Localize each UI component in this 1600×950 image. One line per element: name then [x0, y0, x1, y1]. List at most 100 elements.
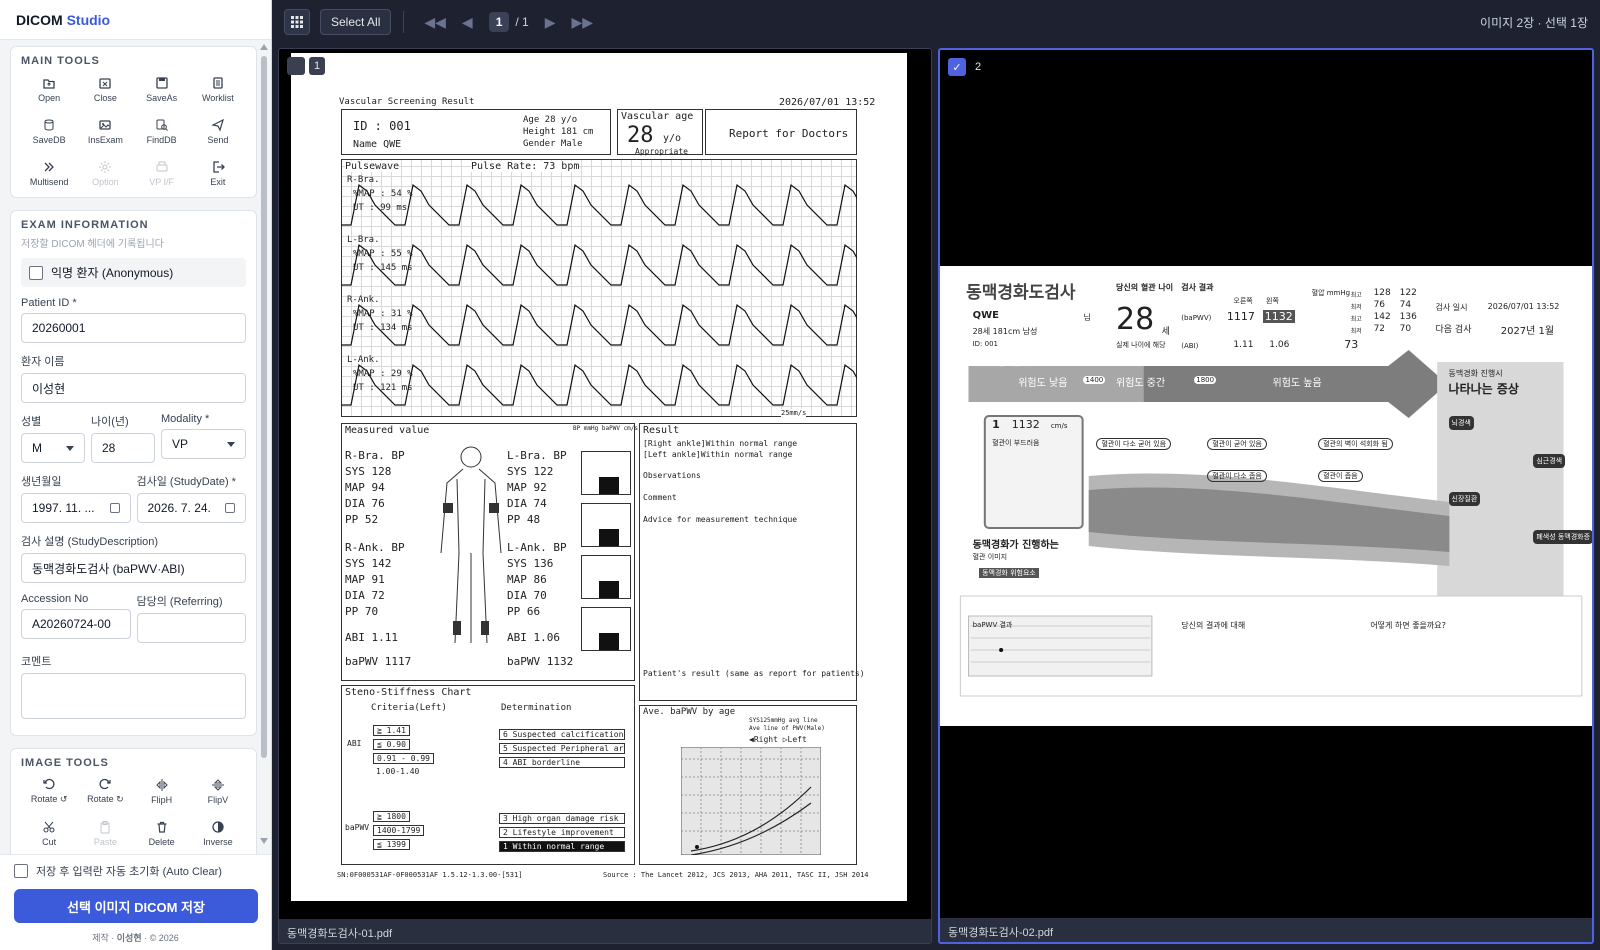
tool-worklist-button[interactable]: Worklist	[190, 71, 246, 107]
bp-unit: BP mmHg baPWV cm/s	[573, 425, 639, 432]
tool-multisend-button[interactable]: Multisend	[21, 155, 77, 191]
vp-if-icon	[156, 161, 168, 171]
scrollbar-thumb[interactable]	[261, 56, 267, 758]
accession-input[interactable]: A20260724-00	[21, 609, 131, 639]
app-title-accent: Studio	[66, 12, 111, 28]
open-icon	[43, 78, 55, 89]
credit-suffix: · © 2026	[141, 933, 179, 943]
tool-saveas-button[interactable]: SaveAs	[134, 71, 190, 107]
last-page-icon[interactable]: ▶▶	[572, 14, 594, 31]
auto-clear-checkbox[interactable]	[14, 864, 28, 878]
report-2-your-result: 당신의 결과에 대해	[1181, 621, 1246, 630]
image-select-checkbox[interactable]	[287, 57, 305, 75]
tool-exit-button[interactable]: Exit	[190, 155, 246, 191]
tool-option-button: Option	[77, 155, 133, 191]
study-date-input[interactable]: 2026. 7. 24.	[136, 493, 246, 523]
patient-id-input[interactable]: 20260001	[21, 313, 246, 343]
rotate-cw-icon	[99, 778, 112, 790]
image-tool-cut-button[interactable]: Cut	[21, 815, 77, 851]
anonymous-checkbox-row[interactable]: 익명 환자 (Anonymous)	[21, 258, 246, 287]
study-description-input[interactable]: 동맥경화도검사 (baPWV·ABI)	[21, 553, 246, 583]
image-card-2[interactable]: ✓ 2 동맥경화도검사 QWE 님 28세 181cm 남성 ID: 001 당…	[938, 48, 1594, 944]
comment-heading: Comment	[643, 493, 677, 502]
bp-row-right: 76	[1373, 300, 1386, 310]
pwv-result: 3 High organ damage risk	[499, 813, 625, 824]
save-dicom-button[interactable]: 선택 이미지 DICOM 저장	[14, 889, 258, 923]
report-2-col-right: 오른쪽	[1233, 297, 1253, 305]
vascular-age-unit: y/o	[663, 133, 682, 144]
auto-clear-row[interactable]: 저장 후 입력란 자동 초기화 (Auto Clear)	[14, 863, 257, 879]
patient-name-input[interactable]: 이성현	[21, 373, 246, 403]
tool-label: Option	[92, 176, 119, 187]
tool-savedb-button[interactable]: SaveDB	[21, 113, 77, 149]
bp-line: MAP 86	[507, 573, 547, 586]
image-card-1[interactable]: 1 Vascular Screening Result 2026/07/01 1…	[278, 48, 932, 944]
calendar-icon[interactable]	[109, 503, 120, 513]
main-tools-grid: Open Close SaveAs Worklist SaveDB InsExam Find…	[21, 71, 246, 191]
image-select-checkbox-checked[interactable]: ✓	[948, 58, 966, 76]
page-total: / 1	[515, 15, 529, 29]
image-tool-rotate-button[interactable]: Rotate ↺	[21, 773, 77, 809]
image-index: 1	[309, 57, 325, 75]
tool-label: Worklist	[201, 92, 234, 103]
ave-bapwv-chart	[681, 747, 821, 855]
report-2-stage-1-value: 1132	[1011, 418, 1040, 431]
sex-select[interactable]: M	[21, 433, 85, 463]
tool-label: Rotate ↻	[87, 794, 124, 804]
report-2-vascular-age: 28	[1116, 302, 1155, 337]
right-left-legend: ◀Right ▷Left	[749, 735, 807, 744]
wave-ut: UT : 145 ms	[353, 263, 413, 273]
report-2-risk-low: 위험도 낮음	[1018, 378, 1068, 389]
send-icon	[211, 118, 224, 132]
first-page-icon[interactable]: ◀◀	[424, 14, 446, 31]
wave-ut: UT : 99 ms	[353, 203, 408, 213]
referring-input[interactable]	[136, 613, 246, 643]
sidebar-scroll-area[interactable]: MAIN TOOLS Open Close SaveAs Worklist SaveDB…	[0, 40, 271, 854]
scroll-down-icon[interactable]	[260, 838, 268, 844]
tool-label: SaveAs	[146, 92, 178, 103]
bp-line: DIA 72	[345, 589, 385, 602]
sidebar-scrollbar[interactable]	[259, 44, 269, 844]
next-page-icon[interactable]: ▶	[545, 14, 556, 31]
abi-left: ABI 1.06	[507, 631, 560, 644]
bapwv-left: baPWV 1132	[507, 655, 574, 668]
bp-line: PP 70	[345, 605, 379, 618]
tool-label: Send	[207, 134, 229, 145]
calendar-icon[interactable]	[225, 503, 235, 513]
birth-date-input[interactable]: 1997. 11. ...	[21, 493, 131, 523]
patients-result: Patient's result (same as report for pat…	[643, 669, 865, 678]
prev-page-icon[interactable]: ◀	[462, 14, 473, 31]
grid-view-button[interactable]	[284, 9, 310, 35]
report-2-stage-6-text: 혈관의 벽이 석회화 됨	[1318, 438, 1393, 450]
tool-finddb-button[interactable]: FindDB	[134, 113, 190, 149]
report-2-stage-2-text: 혈관이 다소 굳어 있음	[1096, 438, 1172, 450]
tool-open-button[interactable]: Open	[21, 71, 77, 107]
modality-select[interactable]: VP	[161, 429, 246, 459]
image-tool-rotate-button[interactable]: Rotate ↻	[77, 773, 133, 809]
image-tool-flipv-button[interactable]: FlipV	[190, 773, 246, 809]
report-id: ID : 001	[353, 119, 411, 133]
image-tool-inverse-button[interactable]: Inverse	[190, 815, 246, 851]
wave-map: %MAP : 55 %	[353, 249, 413, 259]
tool-close-button[interactable]: Close	[77, 71, 133, 107]
image-tool-delete-button[interactable]: Delete	[134, 815, 190, 851]
bp-line: PP 48	[507, 513, 541, 526]
select-all-button[interactable]: Select All	[320, 9, 392, 35]
report-document-2: 동맥경화도검사 QWE 님 28세 181cm 남성 ID: 001 당신의 혈관 나이 2…	[940, 266, 1592, 726]
report-2-pulse: 73	[1344, 338, 1359, 351]
page-current[interactable]: 1	[488, 12, 510, 32]
tool-label: Delete	[148, 836, 175, 847]
image-tool-fliph-button[interactable]: FlipH	[134, 773, 190, 809]
option-icon	[99, 160, 112, 173]
scroll-up-icon[interactable]	[260, 44, 268, 50]
worklist-icon	[213, 76, 223, 89]
tool-insexam-button[interactable]: InsExam	[77, 113, 133, 149]
tool-label: FlipH	[151, 794, 173, 805]
age-input[interactable]: 28	[91, 433, 155, 463]
comment-textarea[interactable]	[21, 673, 246, 719]
comment-label: 코멘트	[21, 656, 52, 668]
bp-histogram	[581, 555, 631, 599]
tool-send-button[interactable]: Send	[190, 113, 246, 149]
birth-date-value: 1997. 11. ...	[32, 501, 95, 515]
anonymous-checkbox[interactable]	[29, 265, 43, 280]
